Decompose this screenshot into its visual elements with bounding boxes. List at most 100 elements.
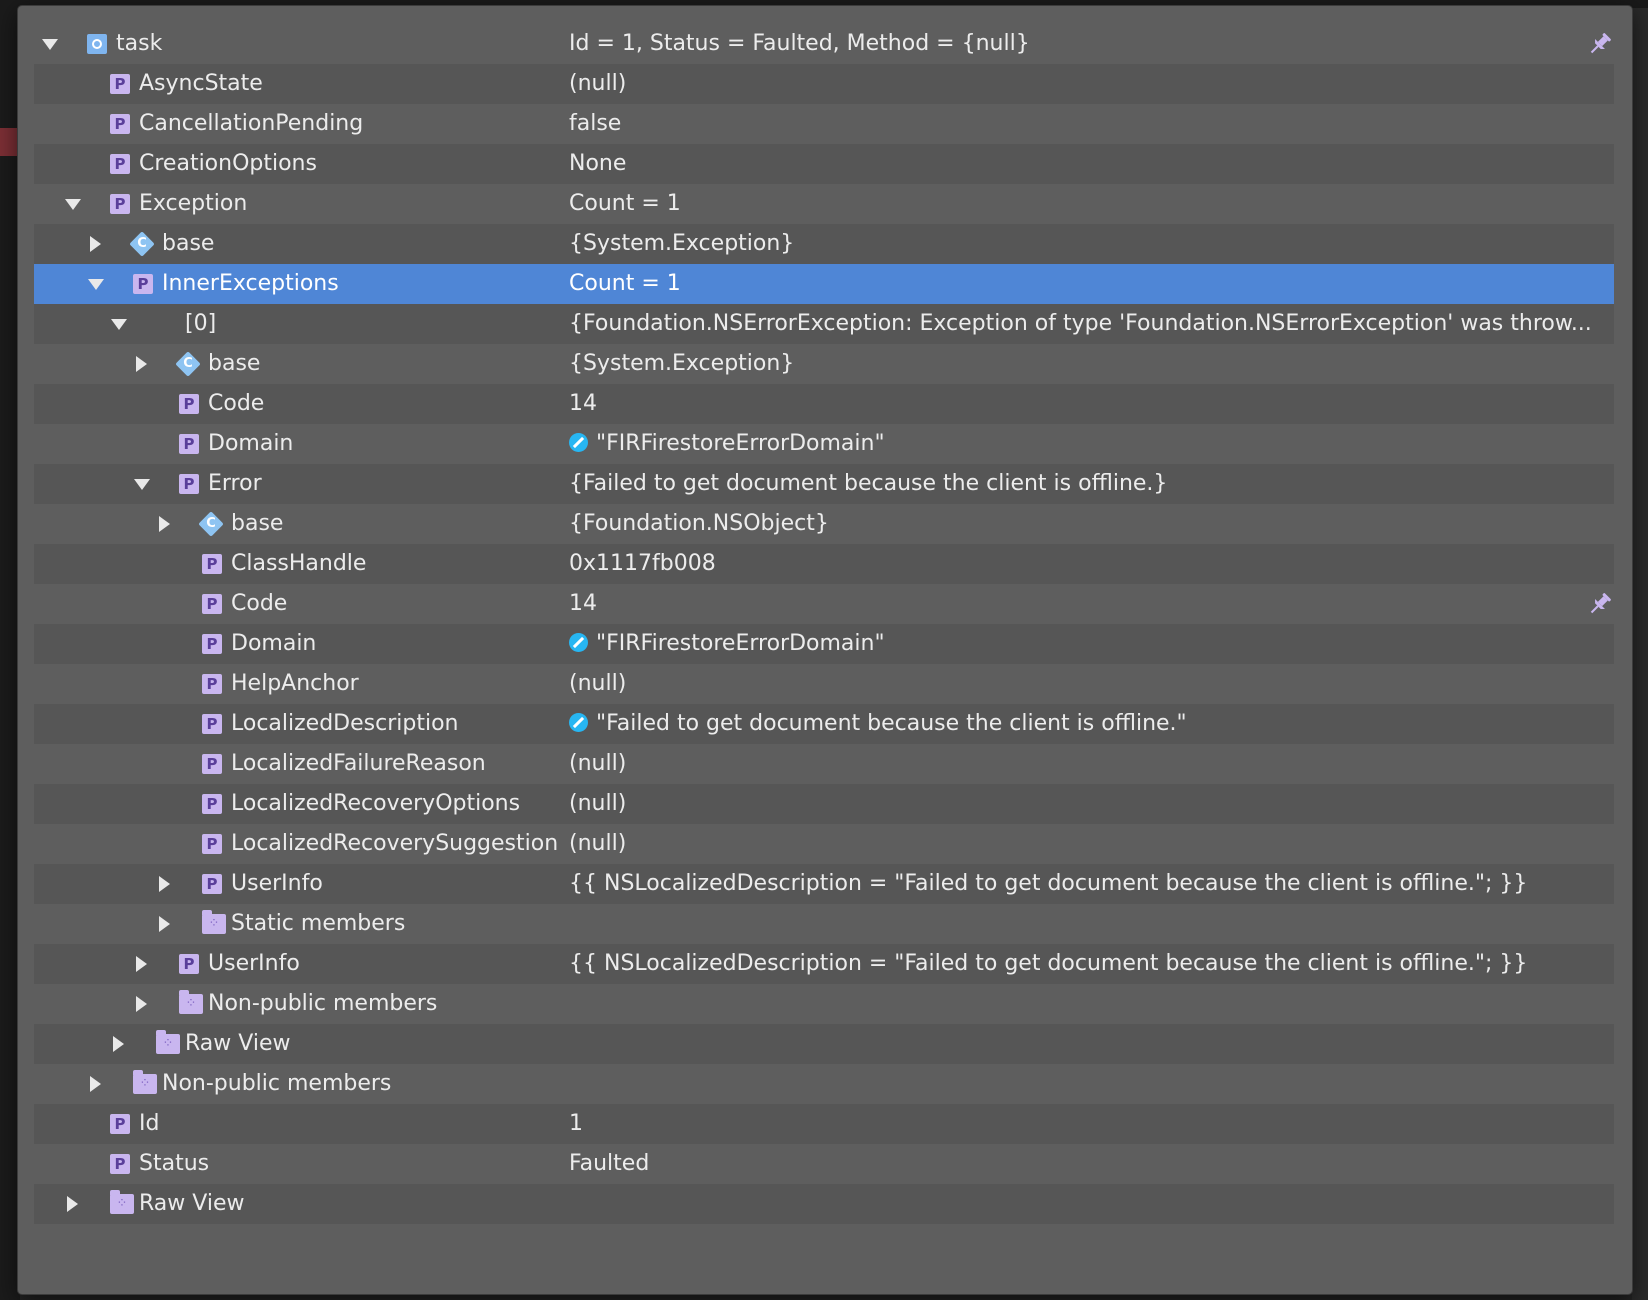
variable-value: (null) [569, 784, 626, 824]
value-text: "FIRFirestoreErrorDomain" [596, 631, 885, 656]
tree-row[interactable]: Static members [34, 904, 1614, 944]
variable-name: task [116, 31, 163, 56]
value-text: "Failed to get document because the clie… [596, 711, 1187, 736]
expand-triangle-icon[interactable] [159, 916, 170, 932]
tree-row[interactable]: P Domain "FIRFirestoreErrorDomain" [34, 624, 1614, 664]
collapse-triangle-icon[interactable] [42, 39, 58, 50]
variable-value: "FIRFirestoreErrorDomain" [569, 424, 885, 464]
tree-row[interactable]: [0] {Foundation.NSErrorException: Excepti… [34, 304, 1614, 344]
variable-value: (null) [569, 64, 626, 104]
folder-icon [133, 1070, 157, 1094]
expand-triangle-icon[interactable] [67, 1196, 78, 1212]
collapse-triangle-icon[interactable] [111, 319, 127, 330]
tree-row[interactable]: P Code 14 [34, 584, 1614, 624]
value-text: {Foundation.NSObject} [569, 511, 829, 536]
property-icon: P [110, 1114, 130, 1134]
tree-row[interactable]: P Status Faulted [34, 1144, 1614, 1184]
expand-triangle-icon[interactable] [159, 876, 170, 892]
tree-row[interactable]: Cbase {Foundation.NSObject} [34, 504, 1614, 544]
value-text: 0x1117fb008 [569, 551, 716, 576]
variable-value: Id = 1, Status = Faulted, Method = {null… [569, 24, 1030, 64]
value-text: (null) [569, 71, 627, 96]
value-text: (null) [569, 791, 627, 816]
value-text: Faulted [569, 1151, 650, 1176]
tree-row[interactable]: P CancellationPending false [34, 104, 1614, 144]
collapse-triangle-icon[interactable] [88, 279, 104, 290]
visualizer-icon[interactable] [569, 632, 588, 652]
tree-row[interactable]: P Code 14 [34, 384, 1614, 424]
collapse-triangle-icon[interactable] [65, 199, 81, 210]
folder-icon [179, 990, 203, 1014]
value-text: {Failed to get document because the clie… [569, 471, 1168, 496]
variable-name: Domain [231, 631, 317, 656]
folder-icon [202, 910, 226, 934]
tree-row[interactable]: P AsyncState (null) [34, 64, 1614, 104]
variable-name: Raw View [139, 1191, 245, 1216]
tree-row[interactable]: Raw View [34, 1024, 1614, 1064]
tree-row[interactable]: P InnerExceptions Count = 1 [34, 264, 1614, 304]
value-text: {System.Exception} [569, 231, 795, 256]
variable-name: Static members [231, 911, 406, 936]
variable-value: None [569, 144, 626, 184]
object-icon [87, 34, 107, 54]
expand-triangle-icon[interactable] [159, 516, 170, 532]
property-icon: P [202, 594, 222, 614]
variable-name: Status [139, 1151, 210, 1176]
visualizer-icon[interactable] [569, 432, 588, 452]
tree-row[interactable]: Non-public members [34, 1064, 1614, 1104]
variable-name: Raw View [185, 1031, 291, 1056]
tree-row[interactable]: Raw View [34, 1184, 1614, 1224]
tree-row[interactable]: Cbase {System.Exception} [34, 344, 1614, 384]
expand-triangle-icon[interactable] [90, 1076, 101, 1092]
tree-row[interactable]: P LocalizedDescription "Failed to get docu… [34, 704, 1614, 744]
value-text: 14 [569, 591, 597, 616]
expand-triangle-icon[interactable] [136, 996, 147, 1012]
tree-row[interactable]: P Domain "FIRFirestoreErrorDomain" [34, 424, 1614, 464]
class-icon: C [198, 511, 224, 537]
variable-value: {{ NSLocalizedDescription = "Failed to g… [569, 864, 1527, 904]
visualizer-icon[interactable] [569, 712, 588, 732]
value-text: (null) [569, 831, 627, 856]
tree-row[interactable]: P UserInfo {{ NSLocalizedDescription = "Fa… [34, 864, 1614, 904]
datatip-popup: task Id = 1, Status = Faulted, Method = {… [18, 6, 1632, 1294]
property-icon: P [202, 794, 222, 814]
tree-row[interactable]: P HelpAnchor (null) [34, 664, 1614, 704]
tree-row[interactable]: task Id = 1, Status = Faulted, Method = {… [34, 24, 1614, 64]
tree-row[interactable]: P ClassHandle 0x1117fb008 [34, 544, 1614, 584]
tree-row[interactable]: P Error {Failed to get document because th… [34, 464, 1614, 504]
tree-row[interactable]: Cbase {System.Exception} [34, 224, 1614, 264]
expand-triangle-icon[interactable] [90, 236, 101, 252]
variable-name: LocalizedRecoverySuggestion [231, 831, 559, 856]
variable-value: Faulted [569, 1144, 649, 1184]
collapse-triangle-icon[interactable] [134, 479, 150, 490]
property-icon: P [179, 954, 199, 974]
property-icon: P [110, 74, 130, 94]
tree-row[interactable]: P UserInfo {{ NSLocalizedDescription = "Fa… [34, 944, 1614, 984]
pin-icon[interactable] [1586, 590, 1614, 618]
variable-name: Code [208, 391, 265, 416]
pin-icon[interactable] [1586, 30, 1614, 58]
tree-row[interactable]: P Exception Count = 1 [34, 184, 1614, 224]
property-icon: P [133, 274, 153, 294]
variable-name: base [231, 511, 284, 536]
variable-value: Count = 1 [569, 184, 681, 224]
expand-triangle-icon[interactable] [113, 1036, 124, 1052]
property-icon: P [202, 874, 222, 894]
variable-value: "Failed to get document because the clie… [569, 704, 1187, 744]
tree-row[interactable]: P LocalizedRecoveryOptions (null) [34, 784, 1614, 824]
variable-name: AsyncState [139, 71, 263, 96]
tree-row[interactable]: P Id 1 [34, 1104, 1614, 1144]
tree-row[interactable]: P LocalizedRecoverySuggestion (null) [34, 824, 1614, 864]
expand-triangle-icon[interactable] [136, 356, 147, 372]
expand-triangle-icon[interactable] [136, 956, 147, 972]
tree-row[interactable]: Non-public members [34, 984, 1614, 1024]
variable-name: [0] [185, 311, 217, 336]
tree-row[interactable]: P LocalizedFailureReason (null) [34, 744, 1614, 784]
variable-name: InnerExceptions [162, 271, 339, 296]
tree-row[interactable]: P CreationOptions None [34, 144, 1614, 184]
value-text: {{ NSLocalizedDescription = "Failed to g… [569, 871, 1528, 896]
property-icon: P [202, 834, 222, 854]
property-icon: P [202, 714, 222, 734]
value-text: (null) [569, 751, 627, 776]
value-text: {Foundation.NSErrorException: Exception … [569, 311, 1592, 336]
